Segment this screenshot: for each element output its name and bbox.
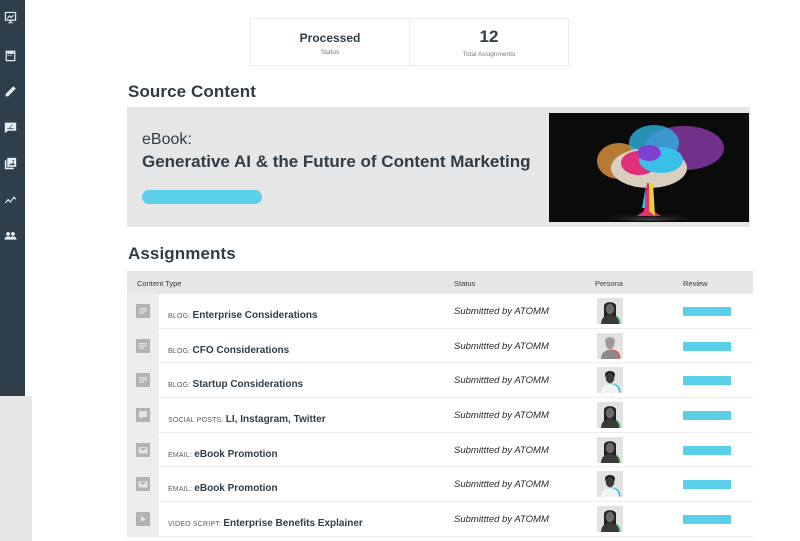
content-type-prefix: Email: [168,486,195,494]
summary-stats: Processed Status 12 Total Assignments [250,18,569,66]
document-icon [136,338,150,353]
content-type[interactable]: Email: eBook Promotion [168,478,278,496]
content-type-icon-cell [127,432,159,467]
persona-avatar[interactable] [597,298,623,324]
column-header-persona[interactable]: Persona [595,279,623,288]
review-button[interactable] [683,445,731,455]
persona-avatar[interactable] [597,402,623,429]
table-header: Content Type Status Persona Review [127,271,753,294]
content-type-prefix: Blog: [168,347,193,355]
sidebar-footer-area [0,396,32,541]
review-button[interactable] [683,341,731,351]
status-label: Status [320,48,340,56]
source-content-heading: Source Content [128,82,256,101]
content-type[interactable]: Email: eBook Promotion [168,444,278,462]
content-title: Enterprise Benefits Explainer [223,518,363,530]
persona-avatar[interactable] [597,332,623,359]
source-title: Generative AI & the Future of Content Ma… [142,152,531,171]
sidebar [0,0,25,396]
total-assignments-value: 12 [479,26,499,46]
content-type-icon-cell [127,502,159,536]
content-title: LI, Instagram, Twitter [225,414,326,426]
content-title: Startup Considerations [192,379,304,391]
content-type-icon-cell [127,328,159,363]
review-button[interactable] [683,307,731,316]
source-progress-pill [142,190,262,204]
review-button[interactable] [683,411,731,421]
content-type-prefix: Email: [168,451,195,459]
content-title: CFO Considerations [192,344,290,356]
content-type-icon-cell [127,398,159,432]
assignments-table: Content Type Status Persona Review Blog:… [127,271,753,537]
persona-avatar[interactable] [597,436,623,463]
status-text: Submittted by ATOMM [454,479,549,491]
email-icon [136,477,150,492]
status-value: Processed [299,30,361,45]
users-icon[interactable] [3,228,17,242]
email-icon [136,442,150,457]
content-type-icon-cell [127,294,159,328]
table-row[interactable]: Video Script: Enterprise Benefits Explai… [127,502,753,537]
status-text: Submittted by ATOMM [454,410,549,422]
status-stat: Processed Status [251,19,409,65]
content-type-prefix: Social Posts: [168,417,226,425]
persona-avatar[interactable] [597,506,623,533]
content-title: eBook Promotion [194,448,278,460]
column-header-content-type[interactable]: Content Type [137,279,181,288]
content-type[interactable]: Blog: CFO Considerations [168,340,289,358]
content-type[interactable]: Social Posts: LI, Instagram, Twitter [168,409,326,427]
assignments-heading: Assignments [128,244,236,263]
image-gallery-icon[interactable] [3,156,17,170]
pencil-icon[interactable] [3,84,17,98]
column-header-review[interactable]: Review [683,279,708,288]
status-text: Submittted by ATOMM [454,444,549,456]
document-icon [136,303,150,318]
review-button[interactable] [683,480,731,490]
status-text: Submittted by ATOMM [454,306,549,317]
document-icon [136,373,150,388]
content-type-icon-cell [127,467,159,502]
source-kind: eBook: [142,131,192,148]
content-title: eBook Promotion [194,483,278,495]
content-type-prefix: Video Script: [168,521,224,529]
total-assignments-label: Total Assignments [462,50,516,58]
video-icon [136,511,150,526]
column-header-status[interactable]: Status [454,279,475,288]
content-type[interactable]: Blog: Startup Considerations [168,374,303,392]
status-text: Submittted by ATOMM [454,375,549,387]
social-post-icon [136,407,150,422]
calendar-icon[interactable] [3,48,17,62]
content-title: Enterprise Considerations [192,310,318,321]
brain-tree-image [549,113,749,222]
chat-edit-icon[interactable] [3,120,17,134]
table-row[interactable]: Blog: Enterprise Considerations Submittt… [127,294,753,329]
content-type-prefix: Blog: [168,313,193,320]
table-row[interactable]: Email: eBook Promotion Submittted by ATO… [127,432,753,468]
table-row[interactable]: Blog: Startup Considerations Submittted … [127,363,753,399]
review-button[interactable] [683,376,731,386]
content-type-icon-cell [127,363,159,398]
table-row[interactable]: Blog: CFO Considerations Submittted by A… [127,328,753,364]
analytics-icon[interactable] [3,192,17,206]
status-text: Submittted by ATOMM [454,514,549,526]
content-type[interactable]: Blog: Enterprise Considerations [168,305,318,323]
content-type-prefix: Blog: [168,382,193,390]
content-type[interactable]: Video Script: Enterprise Benefits Explai… [168,513,363,531]
persona-avatar[interactable] [597,367,623,394]
status-text: Submittted by ATOMM [454,340,549,352]
total-assignments-stat: 12 Total Assignments [409,19,568,65]
table-row[interactable]: Email: eBook Promotion Submittted by ATO… [127,467,753,503]
persona-avatar[interactable] [597,471,623,498]
review-button[interactable] [683,515,731,525]
presentation-icon[interactable] [3,10,17,24]
table-row[interactable]: Social Posts: LI, Instagram, Twitter Sub… [127,398,753,433]
source-content-card[interactable]: eBook: Generative AI & the Future of Con… [127,107,750,227]
